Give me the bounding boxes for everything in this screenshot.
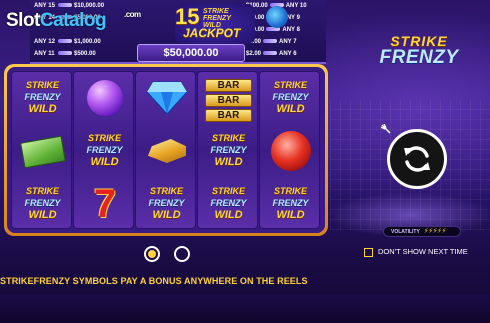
paytable-row: $4.00 ANY 7 <box>246 39 297 45</box>
lightning-icon: ⚡⚡⚡⚡⚡ <box>423 228 447 235</box>
symbol-wild: STRIKE FRENZY WILD <box>210 133 247 168</box>
symbol-wild: STRIKE FRENZY WILD <box>148 186 185 221</box>
symbol-wild: STRIKE FRENZY WILD <box>272 186 309 221</box>
symbol-purple-gem <box>74 72 135 124</box>
jackpot-badge: 15 STRIKE FRENZY WILD JACKPOT <box>175 4 255 44</box>
blue-diamond-icon <box>147 81 187 114</box>
dont-show-checkbox[interactable]: DON'T SHOW NEXT TIME <box>364 247 468 257</box>
jackpot-title: JACKPOT <box>183 26 241 40</box>
bar-icon: BAR BAR BAR <box>205 79 252 124</box>
page-dot-2[interactable] <box>174 246 190 262</box>
continue-button[interactable] <box>387 129 447 189</box>
cash-icon <box>20 135 66 169</box>
symbol-blue-diamond <box>136 72 197 124</box>
paytable-row: ANY 11 $500.00 <box>34 51 96 57</box>
bottom-bar <box>0 294 490 323</box>
symbol-bar: BAR BAR BAR <box>198 72 259 124</box>
symbol-wild: STRIKE FRENZY WILD <box>24 80 61 115</box>
red-gem-icon <box>271 131 311 171</box>
reel-frame: STRIKE FRENZY WILD STRIKE FRENZY WILD STRIKE… <box>4 64 328 236</box>
symbol-gold <box>136 125 197 177</box>
reel-2: STRIKE FRENZY WILD 7 <box>73 71 134 229</box>
refresh-icon <box>404 146 430 172</box>
paytable-row: ANY 15 $10,000.00 <box>34 3 105 9</box>
jackpot-value: $50,000.00 <box>137 44 245 62</box>
symbol-wild: STRIKE FRENZY WILD <box>24 186 61 221</box>
game-logo: STRIKE FRENZY <box>379 33 459 68</box>
paytable-row: ANY 12 $1,000.00 <box>34 39 101 45</box>
symbol-wild: STRIKE FRENZY WILD <box>272 80 309 115</box>
reel-grid: STRIKE FRENZY WILD STRIKE FRENZY WILD STRIKE… <box>7 67 325 233</box>
gold-bars-icon <box>148 139 186 163</box>
reel-1: STRIKE FRENZY WILD STRIKE FRENZY WILD <box>11 71 72 229</box>
symbol-cash <box>12 125 73 177</box>
reel-3: STRIKE FRENZY WILD <box>135 71 196 229</box>
page-dot-1[interactable] <box>144 246 160 262</box>
page-indicator <box>144 246 192 262</box>
purple-gem-icon <box>87 80 123 116</box>
paytable-row: $2.00 ANY 6 <box>246 51 297 57</box>
symbol-seven: 7 <box>74 178 135 230</box>
globe-icon <box>266 6 288 28</box>
reel-5: STRIKE FRENZY WILD STRIKE FRENZY WILD <box>259 71 320 229</box>
volatility-meter: VOLATILITY ⚡⚡⚡⚡⚡ <box>383 226 461 237</box>
seven-icon: 7 <box>93 182 117 226</box>
symbol-red-gem <box>260 125 321 177</box>
watermark-logo: SlotCatalog .com <box>6 10 141 31</box>
game-screen: ANY 15 $10,000.00 ANY 14 $5,000.00 ANY 12 $… <box>0 0 490 323</box>
reel-4: BAR BAR BAR STRIKE FRENZY WILD STRIKE FRENZ… <box>197 71 258 229</box>
symbol-wild: STRIKE FRENZY WILD <box>86 133 123 168</box>
sparkle-icon <box>381 124 391 134</box>
symbol-wild: STRIKE FRENZY WILD <box>210 186 247 221</box>
info-message: STRIKEFRENZY SYMBOLS PAY A BONUS ANYWHER… <box>0 276 308 286</box>
checkbox-box[interactable] <box>364 247 373 257</box>
